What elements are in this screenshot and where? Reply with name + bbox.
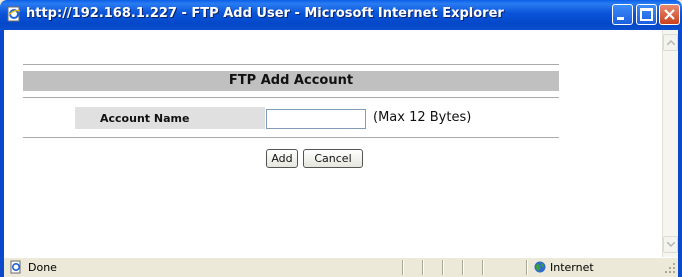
status-text: Done: [28, 261, 57, 274]
form-header: FTP Add Account: [23, 71, 559, 91]
ie-page-icon[interactable]: [6, 6, 22, 22]
cancel-button[interactable]: Cancel: [303, 149, 363, 168]
divider: [23, 64, 559, 65]
status-divider: [482, 260, 484, 275]
account-name-input[interactable]: [266, 109, 366, 129]
minimize-button[interactable]: [612, 4, 633, 25]
account-name-hint: (Max 12 Bytes): [373, 110, 472, 125]
title-bar[interactable]: http://192.168.1.227 - FTP Add User - Mi…: [0, 0, 682, 30]
close-button[interactable]: [659, 4, 680, 25]
security-zone-label: Internet: [550, 261, 594, 274]
ie-page-icon: [10, 260, 21, 274]
window-title: http://192.168.1.227 - FTP Add User - Mi…: [26, 6, 504, 21]
window-frame-right: [678, 30, 682, 277]
status-divider: [442, 260, 444, 275]
divider: [23, 137, 559, 138]
minimize-icon: [617, 17, 624, 20]
scroll-up-button[interactable]: [663, 34, 678, 51]
account-name-label-cell: Account Name: [75, 107, 265, 129]
vertical-scrollbar[interactable]: [662, 30, 678, 257]
scroll-down-button[interactable]: [663, 236, 678, 253]
status-divider: [422, 260, 424, 275]
close-icon: [664, 9, 675, 20]
status-divider: [462, 260, 464, 275]
maximize-button[interactable]: [636, 4, 657, 25]
page-content: FTP Add Account Account Name (Max 12 Byt…: [4, 30, 662, 257]
add-button[interactable]: Add: [266, 149, 298, 168]
chevron-up-icon: [667, 40, 675, 45]
globe-icon: [534, 261, 546, 273]
chevron-down-icon: [667, 242, 675, 247]
resize-grip-icon[interactable]: [664, 262, 676, 274]
account-name-label: Account Name: [100, 112, 190, 125]
form-heading: FTP Add Account: [228, 73, 354, 88]
divider: [23, 97, 559, 98]
status-bar: Done Internet: [4, 257, 678, 277]
status-divider: [526, 260, 528, 275]
status-divider: [402, 260, 404, 275]
maximize-icon: [640, 8, 653, 21]
